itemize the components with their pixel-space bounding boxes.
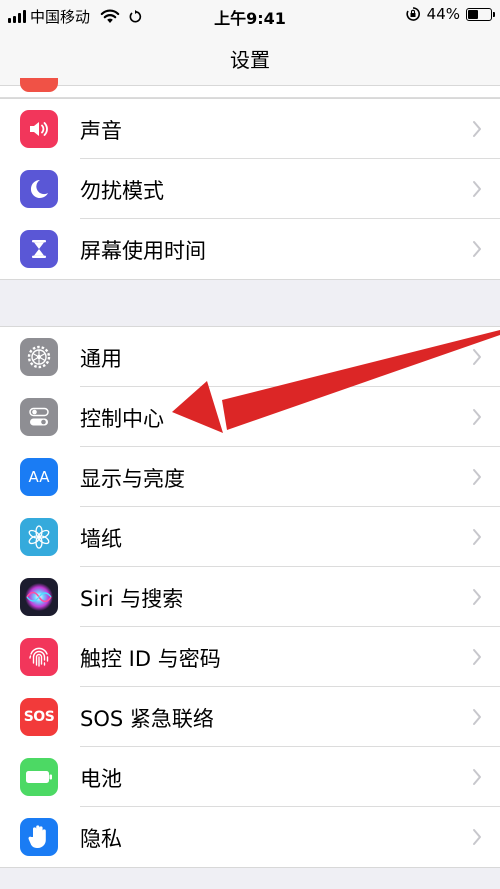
list-item-partial[interactable]	[0, 78, 500, 98]
sos-icon: SOS	[20, 698, 58, 736]
siri-icon	[20, 578, 58, 616]
settings-row-label: 勿扰模式	[80, 179, 164, 203]
settings-row-battery[interactable]: 电池	[0, 747, 500, 807]
chevron-right-icon	[473, 181, 481, 197]
chevron-right-icon	[473, 241, 481, 257]
chevron-right-icon	[473, 121, 481, 137]
settings-row-label: 隐私	[80, 827, 122, 851]
toggles-icon	[20, 398, 58, 436]
chevron-right-icon	[473, 709, 481, 725]
rotation-lock-icon	[406, 7, 420, 21]
settings-row-do-not-disturb[interactable]: 勿扰模式	[0, 159, 500, 219]
moon-icon	[20, 170, 58, 208]
settings-row-emergency-sos[interactable]: SOS SOS 紧急联络	[0, 687, 500, 747]
settings-row-label: 电池	[80, 767, 122, 791]
settings-row-sounds[interactable]: 声音	[0, 99, 500, 159]
settings-row-general[interactable]: 通用	[0, 327, 500, 387]
settings-row-siri-search[interactable]: Siri 与搜索	[0, 567, 500, 627]
settings-row-label: Siri 与搜索	[80, 587, 184, 611]
settings-group-1: 声音 勿扰模式 屏幕使用时间	[0, 98, 500, 280]
settings-row-touch-id-passcode[interactable]: 触控 ID 与密码	[0, 627, 500, 687]
settings-row-label: 通用	[80, 347, 122, 371]
settings-row-label: 声音	[80, 119, 122, 143]
nav-bar: 设置	[0, 30, 500, 86]
chevron-right-icon	[473, 349, 481, 365]
settings-row-screen-time[interactable]: 屏幕使用时间	[0, 219, 500, 279]
hand-icon	[20, 818, 58, 856]
flower-icon	[20, 518, 58, 556]
chevron-right-icon	[473, 649, 481, 665]
chevron-right-icon	[473, 409, 481, 425]
settings-group-2: 通用 控制中心 AA 显示与亮度 墙纸 Siri 与搜索 触控 ID 与密码 S…	[0, 326, 500, 868]
text-size-icon: AA	[20, 458, 58, 496]
chevron-right-icon	[473, 829, 481, 845]
chevron-right-icon	[473, 529, 481, 545]
settings-row-control-center[interactable]: 控制中心	[0, 387, 500, 447]
chevron-right-icon	[473, 469, 481, 485]
icon-glyph: SOS	[23, 709, 55, 725]
settings-row-display-brightness[interactable]: AA 显示与亮度	[0, 447, 500, 507]
notifications-icon	[20, 78, 58, 92]
status-bar: 中国移动 上午9:41 44%	[0, 0, 500, 30]
chevron-right-icon	[473, 589, 481, 605]
settings-row-wallpaper[interactable]: 墙纸	[0, 507, 500, 567]
hourglass-icon	[20, 230, 58, 268]
settings-row-label: 控制中心	[80, 407, 164, 431]
gear-icon	[20, 338, 58, 376]
status-right: 44%	[405, 5, 495, 23]
battery-percent: 44%	[426, 5, 460, 23]
settings-row-label: SOS 紧急联络	[80, 707, 214, 731]
battery-icon	[20, 758, 58, 796]
settings-row-privacy[interactable]: 隐私	[0, 807, 500, 867]
settings-row-label: 触控 ID 与密码	[80, 647, 221, 671]
speaker-icon	[20, 110, 58, 148]
battery-status-icon	[466, 7, 495, 21]
icon-glyph: AA	[28, 468, 50, 486]
settings-row-label: 显示与亮度	[80, 467, 185, 491]
page-title: 设置	[230, 48, 270, 72]
settings-row-label: 屏幕使用时间	[80, 239, 206, 263]
settings-row-label: 墙纸	[80, 527, 122, 551]
chevron-right-icon	[473, 769, 481, 785]
fingerprint-icon	[20, 638, 58, 676]
